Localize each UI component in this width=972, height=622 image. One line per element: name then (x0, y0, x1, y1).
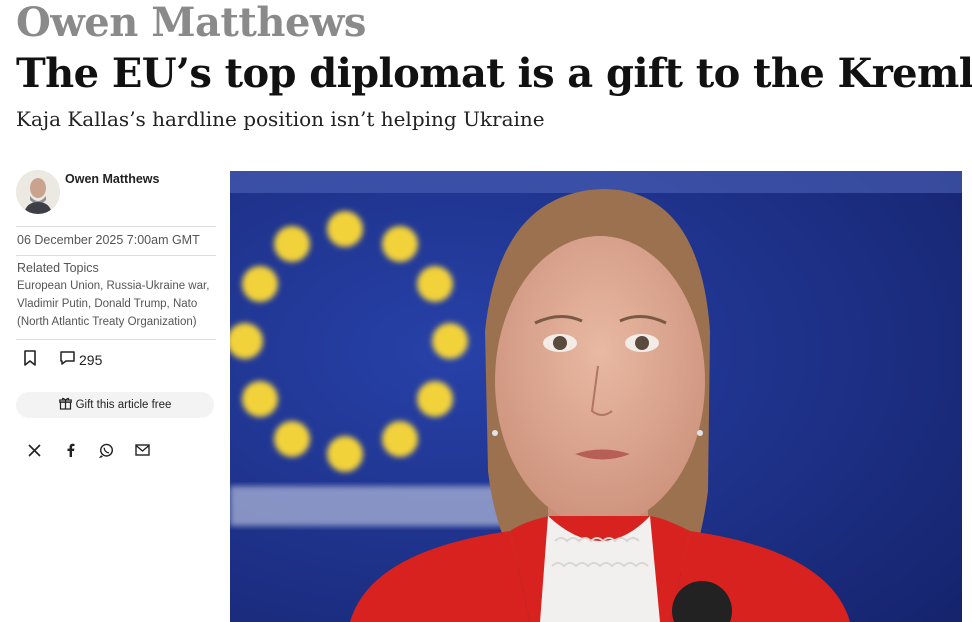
author-avatar[interactable] (16, 170, 60, 214)
related-topics-list[interactable]: European Union, Russia-Ukraine war, Vlad… (17, 277, 216, 339)
comment-icon (59, 350, 76, 371)
article-actions: 295 (16, 340, 216, 380)
author-name[interactable]: Owen Matthews (65, 172, 159, 186)
x-icon[interactable] (20, 436, 48, 464)
facebook-icon[interactable] (56, 436, 84, 464)
share-bar (16, 436, 216, 464)
gift-icon (58, 397, 76, 413)
comments-button[interactable]: 295 (59, 350, 102, 371)
divider (16, 255, 216, 256)
publish-date: 06 December 2025 7:00am GMT (17, 233, 200, 247)
email-icon[interactable] (128, 436, 156, 464)
bookmark-icon[interactable] (23, 349, 37, 371)
article-sidebar: Owen Matthews 06 December 2025 7:00am GM… (16, 170, 216, 464)
author-kicker[interactable]: Owen Matthews (16, 0, 366, 46)
author-byline[interactable]: Owen Matthews (16, 170, 216, 226)
gift-label: Gift this article free (75, 399, 172, 411)
gift-article-button[interactable]: Gift this article free (16, 392, 214, 418)
standfirst: Kaja Kallas’s hardline position isn’t he… (16, 107, 545, 131)
comment-count: 295 (79, 352, 103, 368)
related-topics-title: Related Topics (17, 261, 99, 275)
whatsapp-icon[interactable] (92, 436, 120, 464)
hero-image (230, 171, 962, 622)
headline: The EU’s top diplomat is a gift to the K… (16, 50, 972, 97)
